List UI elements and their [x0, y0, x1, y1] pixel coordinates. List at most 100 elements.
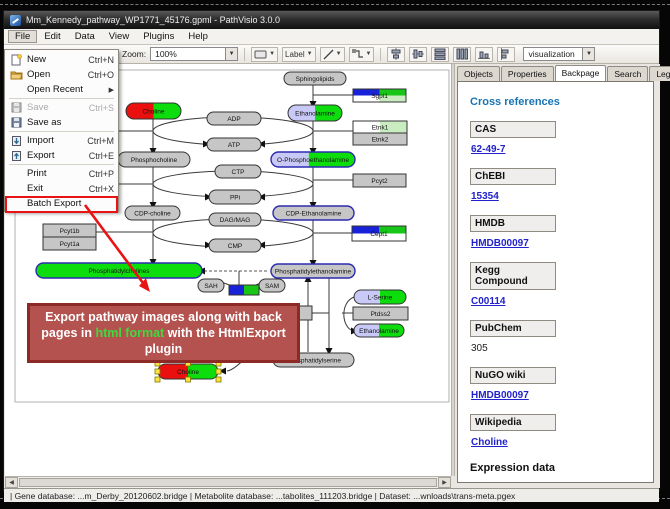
node-dag-mag[interactable]: DAG/MAG — [209, 213, 261, 226]
menu-file[interactable]: File — [8, 30, 37, 43]
file-menu-item-new[interactable]: NewCtrl+N — [5, 52, 118, 67]
line-tool-button[interactable]: ▼ — [320, 47, 345, 62]
zoom-label: Zoom: — [122, 49, 146, 59]
distribute-horizontal-button[interactable] — [453, 47, 471, 62]
file-menu-item-open-recent[interactable]: Open Recent▶ — [5, 82, 118, 97]
xref-link[interactable]: C00114 — [471, 296, 505, 307]
node-l-serine[interactable]: L-Serine — [354, 290, 406, 304]
zoom-combobox[interactable]: 100% ▼ — [150, 47, 238, 61]
node-cept1[interactable]: Cept1 — [352, 226, 406, 241]
tab-objects[interactable]: Objects — [457, 66, 500, 81]
svg-text:Choline: Choline — [177, 369, 199, 376]
node-sgpl1[interactable]: Sgpl1 — [353, 89, 406, 102]
horizontal-scrollbar[interactable]: ◀ ▶ — [5, 476, 451, 488]
node-pcyt2[interactable]: Pcyt2 — [353, 174, 406, 187]
xref-link[interactable]: Choline — [471, 437, 508, 448]
gene-tool-button[interactable]: ▼ — [251, 47, 278, 62]
file-menu-item-print[interactable]: PrintCtrl+P — [5, 166, 118, 181]
title-bar[interactable]: Mm_Kennedy_pathway_WP1771_45176.gpml - P… — [4, 11, 659, 29]
align-center-vertical-button[interactable] — [387, 47, 405, 62]
align-bottom-button[interactable] — [475, 47, 493, 62]
file-menu-item-exit[interactable]: ExitCtrl+X — [5, 181, 118, 196]
connector-tool-dropdown-icon[interactable]: ▼ — [366, 51, 372, 57]
node-etnk1[interactable]: Etnk1 — [353, 121, 407, 133]
tab-search[interactable]: Search — [607, 66, 648, 81]
connector-tool-button[interactable]: ▼ — [349, 47, 375, 62]
xref-value: 305 — [471, 343, 641, 354]
node-sah[interactable]: SAH — [198, 279, 224, 292]
tab-properties[interactable]: Properties — [501, 66, 554, 81]
shortcut-label: Ctrl+M — [87, 136, 114, 146]
xref-source-header: ChEBI — [470, 168, 556, 185]
menu-data[interactable]: Data — [68, 30, 102, 43]
saveas-floppy-icon — [9, 117, 23, 129]
svg-text:Phosphatidylethanolamine: Phosphatidylethanolamine — [275, 268, 352, 275]
node-ctp[interactable]: CTP — [215, 165, 261, 178]
node-ethanolamine[interactable]: Ethanolamine — [288, 105, 342, 121]
node-cdp-ethanolamine[interactable]: CDP-Ethanolamine — [273, 206, 354, 220]
file-menu-item-save[interactable]: SaveCtrl+S — [5, 100, 118, 115]
tab-backpage[interactable]: Backpage — [555, 65, 607, 81]
node-phosphatidylcholines[interactable]: Phosphatidylcholines — [36, 263, 202, 278]
node-etnk2[interactable]: Etnk2 — [353, 133, 407, 145]
distribute-vertical-button[interactable] — [431, 47, 449, 62]
scroll-left-icon[interactable]: ◀ — [5, 477, 18, 488]
node-atp[interactable]: ATP — [207, 138, 261, 151]
visualization-dropdown-icon[interactable]: ▼ — [582, 48, 594, 60]
zoom-dropdown-icon[interactable]: ▼ — [225, 48, 237, 60]
scrollbar-thumb[interactable] — [19, 478, 437, 487]
xref-link[interactable]: 15354 — [471, 191, 499, 202]
align-bottom-icon — [478, 48, 490, 60]
node-pemt-genebox[interactable] — [229, 285, 259, 295]
line-tool-dropdown-icon[interactable]: ▼ — [336, 51, 342, 57]
file-menu-item-save-as[interactable]: Save as — [5, 115, 118, 130]
node-phosphatidylethanolamine[interactable]: Phosphatidylethanolamine — [271, 264, 355, 278]
node-choline[interactable]: Choline — [155, 361, 221, 382]
svg-text:Cept1: Cept1 — [370, 231, 388, 238]
file-menu-item-import[interactable]: ImportCtrl+M — [5, 133, 118, 148]
file-menu-item-label: Import — [27, 135, 87, 146]
selection-handle[interactable] — [155, 369, 160, 374]
file-menu-item-label: New — [27, 54, 88, 65]
align-center-horizontal-button[interactable] — [409, 47, 427, 62]
menu-separator — [9, 164, 114, 165]
node-ppi[interactable]: PPi — [209, 190, 261, 204]
node-choline[interactable]: Choline — [126, 103, 181, 119]
selection-handle[interactable] — [155, 377, 160, 382]
selection-handle[interactable] — [216, 377, 221, 382]
selection-handle[interactable] — [186, 377, 191, 382]
label-tool-dropdown-icon[interactable]: ▼ — [307, 51, 313, 57]
xref-link[interactable]: 62-49-7 — [471, 144, 505, 155]
xref-source-header: Kegg Compound — [470, 262, 556, 290]
node-ethanolamine[interactable]: Ethanolamine — [354, 324, 404, 337]
node-ptdss2[interactable]: Ptdss2 — [353, 307, 408, 320]
node-pcyt1b[interactable]: Pcyt1b — [43, 224, 96, 237]
gene-tool-dropdown-icon[interactable]: ▼ — [269, 51, 275, 57]
xref-link[interactable]: HMDB00097 — [471, 390, 529, 401]
node-sam[interactable]: SAM — [259, 279, 285, 292]
svg-text:CDP-choline: CDP-choline — [134, 210, 171, 217]
visualization-combobox[interactable]: visualization ▼ — [523, 47, 595, 61]
file-menu-item-open[interactable]: OpenCtrl+O — [5, 67, 118, 82]
node-pcyt1a[interactable]: Pcyt1a — [43, 237, 96, 250]
node-cmp[interactable]: CMP — [209, 239, 261, 252]
xref-link[interactable]: HMDB00097 — [471, 238, 529, 249]
node-o-phosphoethanolamine[interactable]: O-Phosphoethanolamine — [271, 152, 355, 167]
menu-plugins[interactable]: Plugins — [136, 30, 181, 43]
label-tool-text: Label — [285, 50, 305, 59]
node-phosphocholine[interactable]: Phosphocholine — [118, 152, 190, 167]
scroll-right-icon[interactable]: ▶ — [438, 477, 451, 488]
menu-edit[interactable]: Edit — [37, 30, 67, 43]
align-left-button[interactable] — [497, 47, 515, 62]
node-sphingolipids[interactable]: Sphingolipids — [284, 72, 346, 85]
file-menu-item-export[interactable]: ExportCtrl+E — [5, 148, 118, 163]
export-icon — [9, 150, 23, 162]
label-tool-button[interactable]: Label ▼ — [282, 47, 316, 62]
menu-help[interactable]: Help — [181, 30, 215, 43]
selection-handle[interactable] — [216, 369, 221, 374]
menu-view[interactable]: View — [102, 30, 136, 43]
tab-legend[interactable]: Legend — [649, 66, 670, 81]
node-cdp-choline[interactable]: CDP-choline — [125, 206, 180, 220]
node-adp[interactable]: ADP — [207, 112, 261, 125]
xref-section-hmdb: HMDBHMDB00097 — [470, 215, 641, 249]
